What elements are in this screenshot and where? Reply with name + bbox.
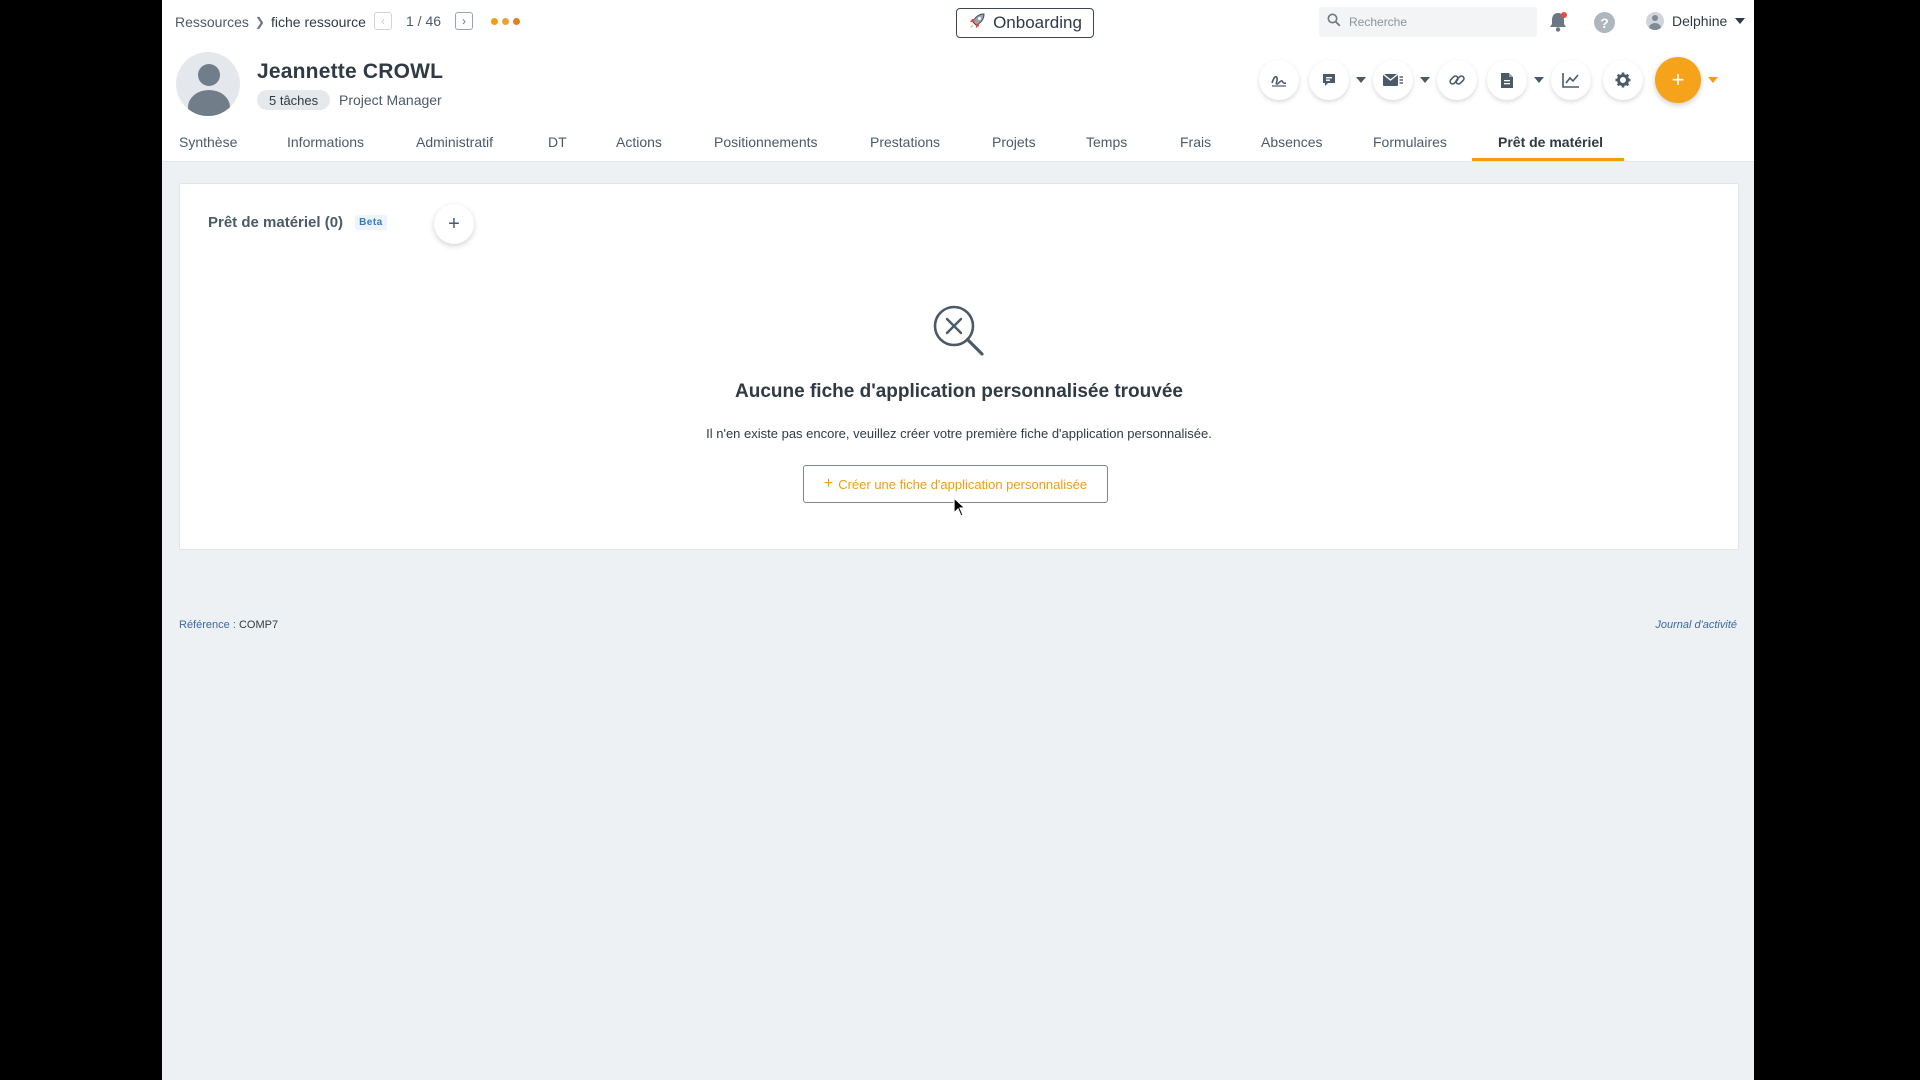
comment-dropdown-button[interactable] xyxy=(1349,77,1373,83)
statistics-button[interactable] xyxy=(1551,60,1591,100)
rocket-icon xyxy=(968,12,986,35)
empty-state-title: Aucune fiche d'application personnalisée… xyxy=(735,381,1183,402)
onboarding-button[interactable]: Onboarding xyxy=(956,8,1094,38)
next-record-button[interactable]: › xyxy=(455,12,474,30)
comment-icon xyxy=(1321,72,1337,88)
tab-actions[interactable]: Actions xyxy=(616,130,662,162)
link-icon xyxy=(1448,71,1466,89)
breadcrumb: Ressources ❯ fiche ressource xyxy=(175,14,366,30)
user-name: Delphine xyxy=(1672,13,1728,29)
onboarding-label: Onboarding xyxy=(993,13,1082,32)
tab-temps[interactable]: Temps xyxy=(1086,130,1127,162)
reference-value: COMP7 xyxy=(238,619,279,631)
panel-title: Prêt de matériel (0) Beta xyxy=(208,214,387,231)
tab-bar: Synthèse Informations Administratif DT A… xyxy=(162,130,1754,162)
plus-icon: + xyxy=(823,475,834,492)
tab-prestations[interactable]: Prestations xyxy=(870,130,940,162)
more-options-icon[interactable] xyxy=(491,17,521,25)
search-input[interactable] xyxy=(1349,15,1519,29)
signature-button[interactable] xyxy=(1259,60,1299,100)
tasks-badge[interactable]: 5 tâches xyxy=(257,90,331,110)
help-icon[interactable]: ? xyxy=(1594,12,1615,33)
settings-button[interactable] xyxy=(1603,60,1643,100)
chevron-down-icon xyxy=(1356,77,1366,83)
user-avatar xyxy=(1646,12,1664,30)
document-button[interactable] xyxy=(1487,60,1527,100)
mouse-cursor-icon xyxy=(953,496,967,522)
active-tab-indicator xyxy=(1472,158,1624,161)
beta-badge: Beta xyxy=(355,215,387,230)
gear-icon xyxy=(1615,72,1631,88)
empty-state-description: Il n'en existe pas encore, veuillez crée… xyxy=(706,426,1212,441)
profile-role: Project Manager xyxy=(339,92,442,108)
signature-icon xyxy=(1270,73,1288,87)
search-not-found-icon xyxy=(929,302,989,367)
reference-label: Référence xyxy=(179,619,230,631)
tab-absences[interactable]: Absences xyxy=(1261,130,1322,162)
add-dropdown-button[interactable] xyxy=(1701,77,1725,83)
document-icon xyxy=(1500,72,1514,89)
chevron-down-icon xyxy=(1708,77,1718,83)
email-button[interactable] xyxy=(1373,60,1413,100)
chevron-down-icon xyxy=(1420,77,1430,83)
equipment-loan-panel: Prêt de matériel (0) Beta + Aucune fiche… xyxy=(179,183,1739,550)
user-menu[interactable]: Delphine xyxy=(1646,12,1746,30)
profile-name: Jeannette CROWL xyxy=(257,60,444,83)
chevron-down-icon xyxy=(1534,77,1544,83)
tab-positionnements[interactable]: Positionnements xyxy=(714,130,818,162)
plus-icon: + xyxy=(448,212,460,235)
tab-dt[interactable]: DT xyxy=(548,130,567,162)
profile-avatar xyxy=(176,52,240,116)
header: Ressources ❯ fiche ressource ‹ 1 / 46 › … xyxy=(162,0,1754,162)
tab-formulaires[interactable]: Formulaires xyxy=(1373,130,1447,162)
tab-synthese[interactable]: Synthèse xyxy=(179,130,237,162)
pager-position: 1 / 46 xyxy=(406,13,442,29)
link-button[interactable] xyxy=(1437,60,1477,100)
breadcrumb-parent-link[interactable]: Ressources xyxy=(175,14,249,30)
tab-projets[interactable]: Projets xyxy=(992,130,1036,162)
tab-frais[interactable]: Frais xyxy=(1180,130,1211,162)
action-toolbar: + xyxy=(1259,57,1725,103)
record-pager: ‹ 1 / 46 › xyxy=(374,12,521,30)
search-box xyxy=(1319,7,1537,37)
previous-record-button[interactable]: ‹ xyxy=(374,12,392,30)
chevron-down-icon xyxy=(1735,18,1746,24)
document-dropdown-button[interactable] xyxy=(1527,77,1551,83)
email-icon xyxy=(1382,73,1404,87)
tab-administratif[interactable]: Administratif xyxy=(416,130,493,162)
plus-icon: + xyxy=(1671,67,1685,92)
email-dropdown-button[interactable] xyxy=(1413,77,1437,83)
add-equipment-loan-button[interactable]: + xyxy=(434,204,474,244)
create-custom-app-label: Créer une fiche d'application personnali… xyxy=(838,476,1088,492)
notifications-bell-icon[interactable] xyxy=(1548,11,1568,38)
chart-line-icon xyxy=(1562,72,1580,88)
panel-title-text: Prêt de matériel (0) xyxy=(208,214,344,231)
search-icon xyxy=(1327,13,1341,32)
breadcrumb-current: fiche ressource xyxy=(270,14,366,30)
app-window: Ressources ❯ fiche ressource ‹ 1 / 46 › … xyxy=(162,0,1754,1080)
add-button[interactable]: + xyxy=(1655,57,1701,103)
activity-log-link[interactable]: Journal d'activité xyxy=(1655,619,1737,631)
chevron-right-icon: ❯ xyxy=(254,15,265,29)
comment-button[interactable] xyxy=(1309,60,1349,100)
tab-informations[interactable]: Informations xyxy=(287,130,364,162)
reference-info: Référence : COMP7 xyxy=(179,619,279,631)
